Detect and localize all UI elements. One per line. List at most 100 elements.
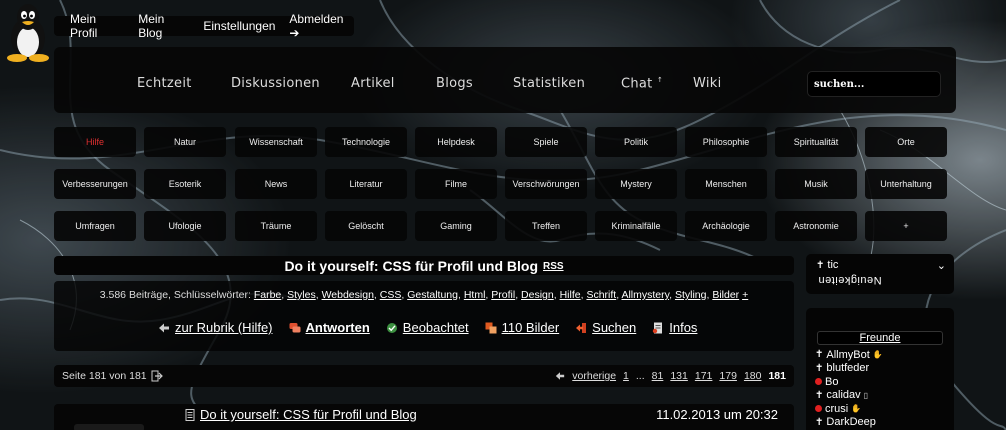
my-profile-link[interactable]: Mein Profil <box>70 12 124 40</box>
user-figure-icon: ✝ <box>816 259 825 271</box>
tag-link[interactable]: Styling <box>675 289 707 301</box>
category-musik[interactable]: Musik <box>775 169 857 199</box>
tag-link[interactable]: Schrift <box>586 289 616 301</box>
category-unterhaltung[interactable]: Unterhaltung <box>865 169 947 199</box>
info-link[interactable]: Infos <box>652 320 697 335</box>
category-philosophie[interactable]: Philosophie <box>685 127 767 157</box>
post-date: 11.02.2013 um 20:32 <box>656 407 778 422</box>
watched-link[interactable]: Beobachtet <box>386 320 469 335</box>
category-literatur[interactable]: Literatur <box>325 169 407 199</box>
tag-link[interactable]: Bilder <box>712 289 739 301</box>
category-verbesserungen[interactable]: Verbesserungen <box>54 169 136 199</box>
category-spiele[interactable]: Spiele <box>505 127 587 157</box>
images-link[interactable]: 110 Bilder <box>485 320 559 335</box>
nav-wiki[interactable]: Wiki <box>693 76 722 91</box>
search-input[interactable] <box>807 71 941 97</box>
busy-status-icon <box>815 378 822 386</box>
tag-link[interactable]: Design <box>521 289 554 301</box>
category-verschwoerungen[interactable]: Verschwörungen <box>505 169 587 199</box>
settings-link[interactable]: Einstellungen <box>203 19 275 33</box>
category-archaeologie[interactable]: Archäologie <box>685 211 767 241</box>
category-helpdesk[interactable]: Helpdesk <box>415 127 497 157</box>
nav-diskussionen[interactable]: Diskussionen <box>231 76 320 91</box>
page-link[interactable]: 81 <box>652 370 664 382</box>
busy-status-icon <box>815 405 822 413</box>
tag-link[interactable]: CSS <box>380 289 402 301</box>
category-orte[interactable]: Orte <box>865 127 947 157</box>
nav-artikel[interactable]: Artikel <box>351 76 395 91</box>
reply-link[interactable]: Antworten <box>289 320 370 335</box>
nav-statistiken[interactable]: Statistiken <box>513 76 585 91</box>
category-wissenschaft[interactable]: Wissenschaft <box>235 127 317 157</box>
category-spiritualitaet[interactable]: Spiritualität <box>775 127 857 157</box>
tag-link[interactable]: Styles <box>287 289 316 301</box>
category-esoterik[interactable]: Esoterik <box>144 169 226 199</box>
my-blog-link[interactable]: Mein Blog <box>138 12 189 40</box>
tags-prefix: 3.586 Beiträge, Schlüsselwörter: <box>99 289 251 301</box>
jump-to-end-icon[interactable] <box>151 370 163 382</box>
friend-name: crusi <box>825 402 849 415</box>
tag-link[interactable]: Webdesign <box>322 289 374 301</box>
tag-link[interactable]: Profil <box>491 289 515 301</box>
nav-chat-label: Chat <box>621 76 653 92</box>
chevron-down-icon[interactable]: ⌄ <box>937 259 946 272</box>
nav-blogs[interactable]: Blogs <box>436 76 473 91</box>
post-title: Do it yourself: CSS für Profil und Blog <box>200 407 417 422</box>
category-treffen[interactable]: Treffen <box>505 211 587 241</box>
category-gaming[interactable]: Gaming <box>415 211 497 241</box>
category-more[interactable]: + <box>865 211 947 241</box>
friend-item[interactable]: ✝ blutfeder <box>815 362 883 376</box>
page-link[interactable]: 171 <box>695 370 713 382</box>
thread-title-bar: Do it yourself: CSS für Profil und Blog … <box>54 256 794 275</box>
category-filme[interactable]: Filme <box>415 169 497 199</box>
page-link[interactable]: 131 <box>670 370 688 382</box>
category-astronomie[interactable]: Astronomie <box>775 211 857 241</box>
rss-link[interactable]: RSS <box>543 261 564 272</box>
avatar <box>74 424 144 430</box>
search-thread-link[interactable]: Suchen <box>575 320 636 335</box>
nav-echtzeit[interactable]: Echtzeit <box>137 76 192 91</box>
category-natur[interactable]: Natur <box>144 127 226 157</box>
tux-logo-icon[interactable] <box>2 2 54 62</box>
online-figure-icon: ✝ <box>815 349 824 361</box>
online-figure-icon: ✝ <box>815 362 824 374</box>
back-to-category-link[interactable]: zur Rubrik (Hilfe) <box>158 320 273 335</box>
friends-heading[interactable]: Freunde <box>817 331 943 345</box>
thread-actions: zur Rubrik (Hilfe) Antworten Beobachtet … <box>158 320 697 335</box>
category-traeume[interactable]: Träume <box>235 211 317 241</box>
page-link[interactable]: 179 <box>719 370 737 382</box>
tag-link[interactable]: Allmystery <box>621 289 669 301</box>
category-ufologie[interactable]: Ufologie <box>144 211 226 241</box>
user-box[interactable]: ✝ tic ⌄ Neuigkeiten <box>806 254 954 294</box>
category-kriminalfaelle[interactable]: Kriminalfälle <box>595 211 677 241</box>
tag-link[interactable]: Gestaltung <box>407 289 458 301</box>
more-tags-link[interactable]: + <box>742 289 748 301</box>
reply-label: Antworten <box>305 320 370 335</box>
nav-chat[interactable]: Chat ↑ <box>621 76 663 91</box>
category-politik[interactable]: Politik <box>595 127 677 157</box>
friend-item[interactable]: ✝ DarkDeep <box>815 416 883 430</box>
category-news[interactable]: News <box>235 169 317 199</box>
friend-item[interactable]: ✝ calidav ▯ <box>815 389 883 403</box>
category-mystery[interactable]: Mystery <box>595 169 677 199</box>
logout-link[interactable]: Abmelden ➔ <box>289 12 354 40</box>
prev-page-link[interactable]: vorherige <box>572 370 616 382</box>
friend-item[interactable]: crusi ✋ <box>815 402 883 416</box>
page-link[interactable]: 180 <box>744 370 762 382</box>
category-technologie[interactable]: Technologie <box>325 127 407 157</box>
category-geloescht[interactable]: Gelöscht <box>325 211 407 241</box>
category-umfragen[interactable]: Umfragen <box>54 211 136 241</box>
category-hilfe[interactable]: Hilfe <box>54 127 136 157</box>
friend-item[interactable]: Bo <box>815 375 883 389</box>
tag-link[interactable]: Farbe <box>254 289 281 301</box>
page-link[interactable]: 1 <box>623 370 629 382</box>
tag-link[interactable]: Hilfe <box>560 289 581 301</box>
tag-link[interactable]: Html <box>464 289 486 301</box>
category-menschen[interactable]: Menschen <box>685 169 767 199</box>
user-name: tic <box>827 259 839 271</box>
friend-item[interactable]: ✝ AllmyBot ✋ <box>815 348 883 362</box>
friends-panel: Freunde ✝ AllmyBot ✋ ✝ blutfeder Bo ✝ ca… <box>806 308 954 430</box>
online-figure-icon: ✝ <box>815 389 824 401</box>
post-title-link[interactable]: Do it yourself: CSS für Profil und Blog <box>184 407 417 422</box>
friend-name: Bo <box>825 375 839 388</box>
